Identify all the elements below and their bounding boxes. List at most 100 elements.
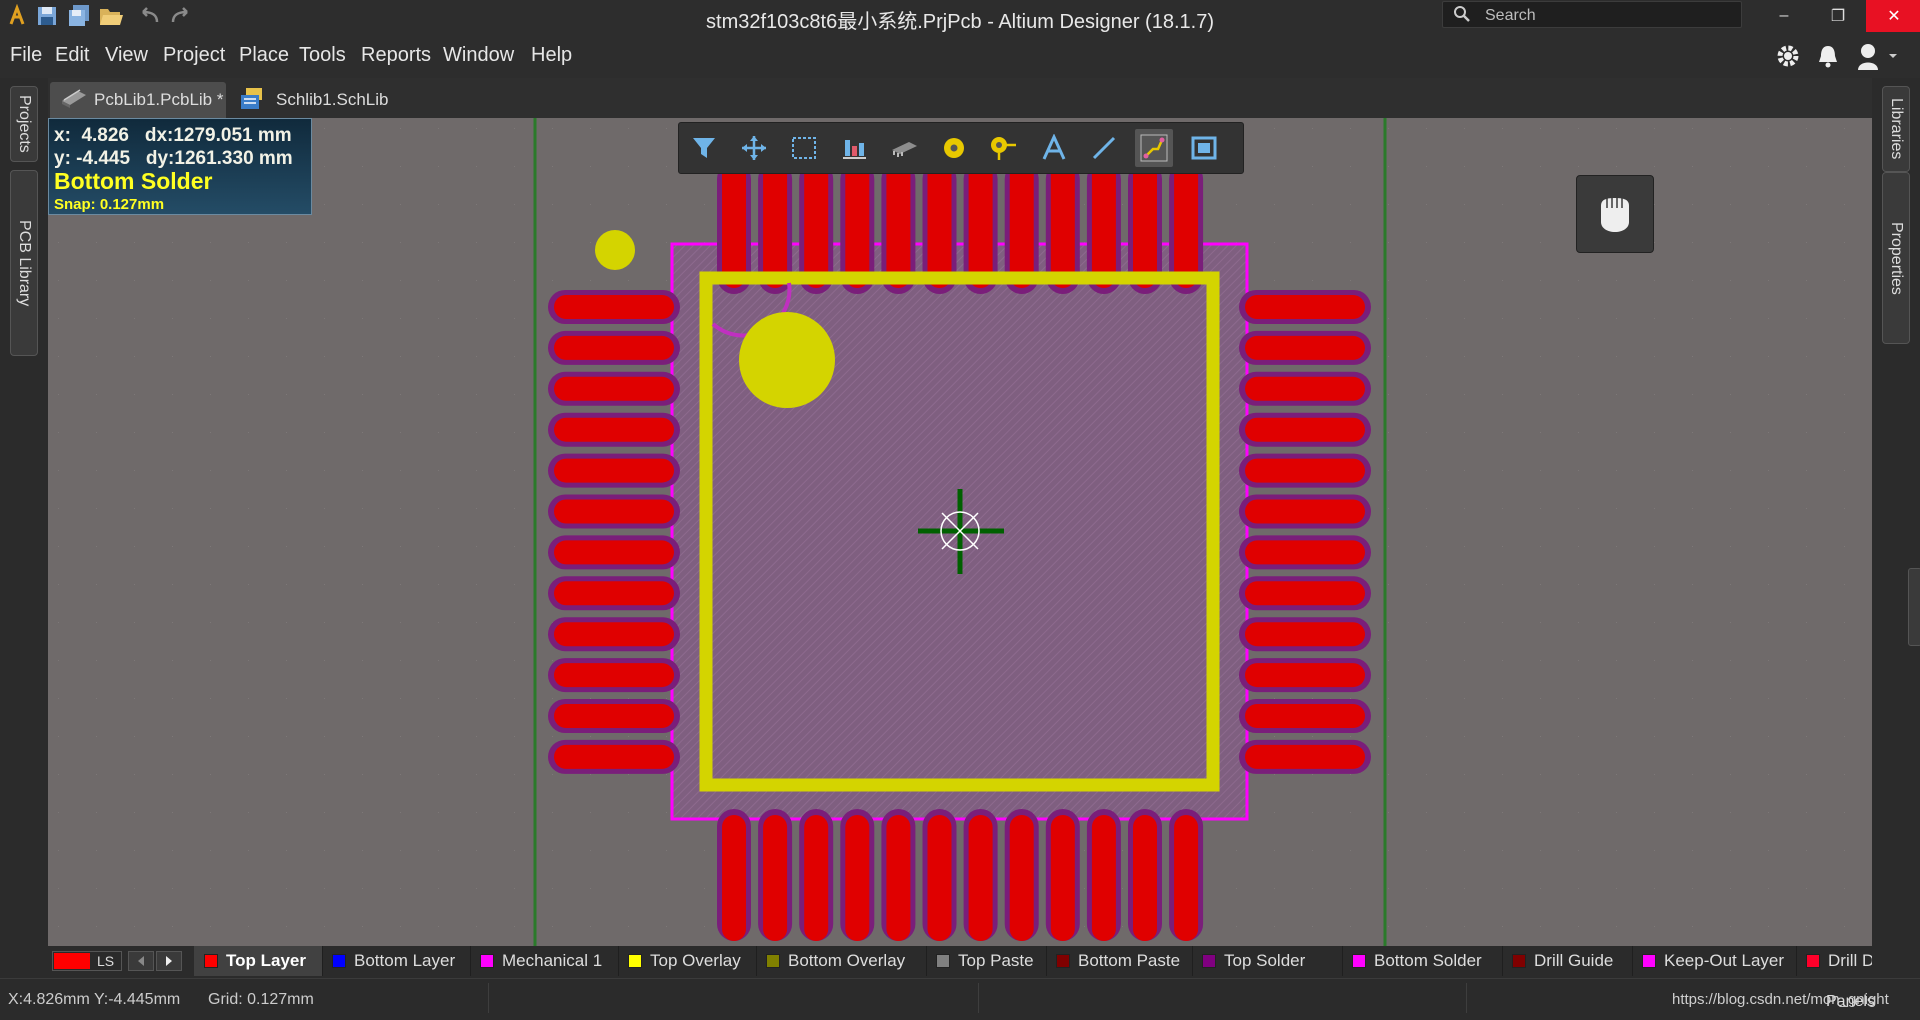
panel-tab-pcb-library[interactable]: PCB Library — [10, 170, 38, 356]
align-icon[interactable] — [835, 129, 873, 167]
restore-button[interactable]: ❐ — [1810, 0, 1866, 32]
grid-dot — [514, 698, 515, 699]
layer-tab[interactable]: Bottom Paste — [1046, 946, 1193, 976]
grid-dot — [1274, 698, 1275, 699]
layer-tab[interactable]: Bottom Overlay — [756, 946, 927, 976]
region-icon[interactable] — [1185, 129, 1223, 167]
grid-dot — [1464, 166, 1465, 167]
grid-dot — [362, 166, 363, 167]
menu-edit[interactable]: Edit — [55, 44, 89, 67]
string-icon[interactable] — [1035, 129, 1073, 167]
grid-dot — [96, 698, 97, 699]
grid-dot — [362, 128, 363, 129]
minimize-button[interactable]: – — [1756, 0, 1812, 32]
layer-scroll-left-button[interactable] — [128, 951, 154, 971]
grid-dot — [96, 394, 97, 395]
layer-tab[interactable]: Top Layer — [194, 946, 323, 976]
close-button[interactable]: ✕ — [1866, 0, 1920, 32]
grid-dot — [248, 242, 249, 243]
grid-dot — [210, 812, 211, 813]
layer-tab[interactable]: Drill Guide — [1502, 946, 1633, 976]
save-icon[interactable] — [32, 2, 62, 30]
select-rect-icon[interactable] — [785, 129, 823, 167]
grid-dot — [1730, 280, 1731, 281]
menu-view[interactable]: View — [105, 44, 148, 67]
grid-dot — [1464, 432, 1465, 433]
grid-dot — [1806, 128, 1807, 129]
grid-dot — [476, 432, 477, 433]
redo-icon[interactable] — [166, 2, 196, 30]
pan-hand-button[interactable] — [1576, 175, 1654, 253]
grid-dot — [514, 166, 515, 167]
route-icon[interactable] — [1135, 129, 1173, 167]
layer-scroll-right-button[interactable] — [156, 951, 182, 971]
grid-dot — [1274, 242, 1275, 243]
grid-dot — [1312, 774, 1313, 775]
layer-tab[interactable]: Keep-Out Layer — [1632, 946, 1797, 976]
app-logo-icon[interactable] — [2, 2, 32, 30]
menu-place[interactable]: Place — [239, 44, 289, 67]
open-folder-icon[interactable] — [96, 2, 126, 30]
menu-help[interactable]: Help — [531, 44, 572, 67]
grid-dot — [1806, 356, 1807, 357]
pad-icon[interactable] — [935, 129, 973, 167]
grid-dot — [1616, 926, 1617, 927]
grid-dot — [666, 166, 667, 167]
grid-dot — [134, 508, 135, 509]
layer-tab[interactable]: Mechanical 1 — [470, 946, 619, 976]
grid-dot — [286, 926, 287, 927]
panel-tab-libraries[interactable]: Libraries — [1882, 86, 1910, 172]
notification-bell-icon[interactable] — [1814, 42, 1842, 70]
menu-window[interactable]: Window — [443, 44, 514, 67]
pad — [1174, 815, 1199, 941]
menu-project[interactable]: Project — [163, 44, 225, 67]
menu-reports[interactable]: Reports — [361, 44, 431, 67]
save-all-icon[interactable] — [64, 2, 94, 30]
undo-icon[interactable] — [134, 2, 164, 30]
grid-dot — [628, 926, 629, 927]
search-box[interactable] — [1442, 1, 1742, 28]
grid-dot — [1806, 774, 1807, 775]
grid-dot — [1768, 166, 1769, 167]
right-panel-strip: Libraries Properties — [1872, 78, 1920, 946]
scroll-indicator[interactable] — [1908, 568, 1920, 646]
current-layer-indicator[interactable]: LS — [52, 951, 122, 971]
grid-dot — [362, 280, 363, 281]
grid-dot — [1426, 546, 1427, 547]
via-icon[interactable] — [985, 129, 1023, 167]
filter-icon[interactable] — [685, 129, 723, 167]
move-icon[interactable] — [735, 129, 773, 167]
grid-dot — [1654, 128, 1655, 129]
menu-tools[interactable]: Tools — [299, 44, 346, 67]
pad — [1009, 815, 1034, 941]
search-input[interactable] — [1483, 4, 1737, 27]
grid-dot — [1730, 660, 1731, 661]
panel-tab-properties[interactable]: Properties — [1882, 172, 1910, 344]
grid-dot — [1616, 470, 1617, 471]
tab-schlib[interactable]: Schlib1.SchLib — [234, 82, 404, 118]
layer-tab[interactable]: Top Overlay — [618, 946, 757, 976]
menu-file[interactable]: File — [10, 44, 42, 67]
grid-dot — [1502, 394, 1503, 395]
grid-dot — [552, 888, 553, 889]
grid-dot — [248, 774, 249, 775]
pad — [845, 815, 870, 941]
layer-tab[interactable]: Drill Draw — [1796, 946, 1872, 976]
grid-dot — [1616, 432, 1617, 433]
layer-tab[interactable]: Top Paste — [926, 946, 1047, 976]
user-account-icon[interactable] — [1854, 42, 1898, 70]
settings-gear-icon[interactable] — [1774, 42, 1802, 70]
grid-dot — [628, 888, 629, 889]
grid-dot — [1844, 204, 1845, 205]
layer-tab[interactable]: Top Solder — [1192, 946, 1343, 976]
grid-dot — [1312, 280, 1313, 281]
layer-tab[interactable]: Bottom Layer — [322, 946, 471, 976]
grid-dot — [1388, 812, 1389, 813]
layer-tab[interactable]: Bottom Solder — [1342, 946, 1503, 976]
panel-tab-projects[interactable]: Projects — [10, 86, 38, 162]
tab-pcblib[interactable]: PcbLib1.PcbLib * — [50, 82, 226, 118]
line-icon[interactable] — [1085, 129, 1123, 167]
grid-dot — [362, 470, 363, 471]
component-icon[interactable] — [885, 129, 923, 167]
pad — [722, 815, 746, 941]
